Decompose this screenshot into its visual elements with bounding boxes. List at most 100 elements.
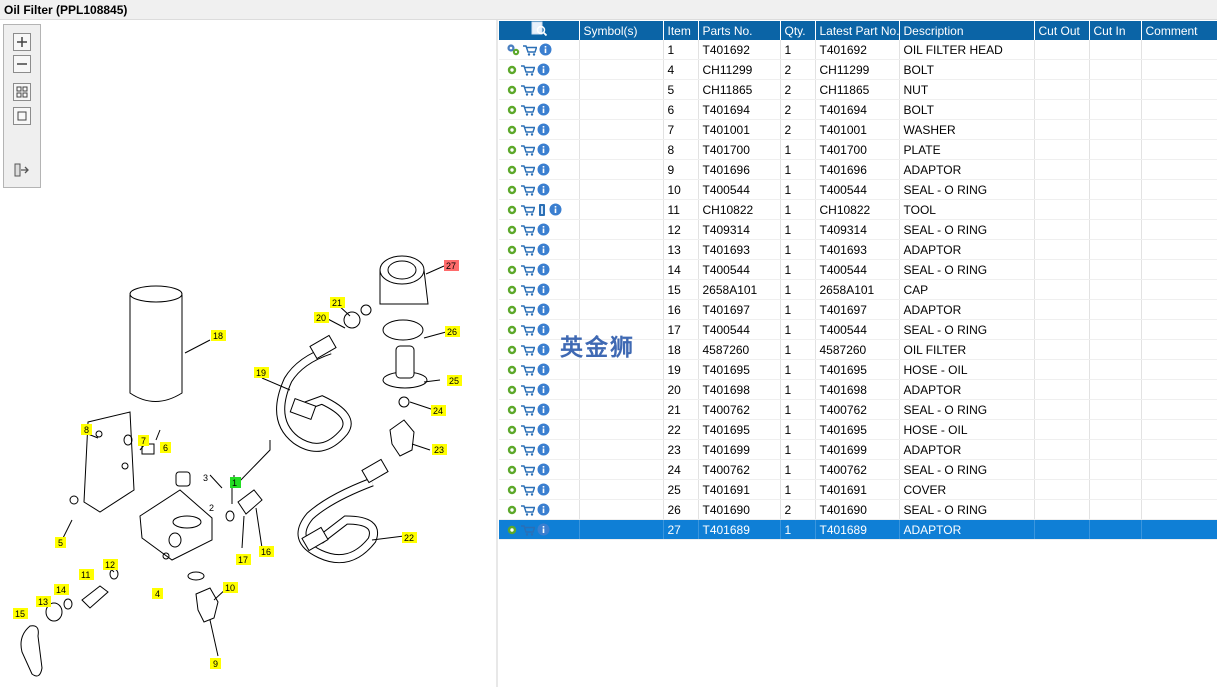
row-symbol-icons[interactable] [499,99,580,120]
callout-21[interactable]: 21 [330,297,345,308]
row-symbol-icons[interactable] [499,379,580,400]
table-row[interactable]: 10 T400544 1 T400544 SEAL - O RING [499,179,1217,200]
row-symbol-icons[interactable] [499,459,580,480]
callout-3[interactable]: 3 [203,473,208,483]
callout-14[interactable]: 14 [54,584,69,595]
callout-11[interactable]: 11 [79,569,94,580]
callout-2[interactable]: 2 [209,503,214,513]
callout-12[interactable]: 12 [103,559,118,570]
callout-6[interactable]: 6 [160,442,171,453]
export-list-button[interactable] [13,161,31,179]
column-header-item[interactable]: Item [663,21,699,40]
row-symbol-icons[interactable] [499,119,580,140]
row-symbol-icons[interactable] [499,159,580,180]
row-symbol-icons[interactable] [499,499,580,520]
table-row[interactable]: 20 T401698 1 T401698 ADAPTOR [499,379,1217,400]
actual-size-button[interactable] [13,107,31,125]
column-header-cut-in[interactable]: Cut In [1089,21,1142,40]
table-row[interactable]: 13 T401693 1 T401693 ADAPTOR [499,239,1217,260]
cell-comment [1141,219,1217,240]
row-symbol-icons[interactable] [499,399,580,420]
cell-cut-out [1034,59,1090,80]
column-header-comment[interactable]: Comment [1141,21,1217,40]
svg-text:20: 20 [316,313,326,323]
callout-18[interactable]: 18 [211,330,226,341]
table-row[interactable]: 12 T409314 1 T409314 SEAL - O RING [499,219,1217,240]
table-row[interactable]: 14 T400544 1 T400544 SEAL - O RING [499,259,1217,280]
callout-23[interactable]: 23 [432,444,447,455]
table-row[interactable]: 6 T401694 2 T401694 BOLT [499,99,1217,120]
callout-4[interactable]: 4 [152,588,163,599]
row-symbol-icons[interactable] [499,139,580,160]
row-symbol-icons[interactable] [499,479,580,500]
column-header-qty[interactable]: Qty. [780,21,816,40]
row-symbol-icons[interactable] [499,179,580,200]
table-row[interactable]: 26 T401690 2 T401690 SEAL - O RING [499,499,1217,520]
column-header-cut-out[interactable]: Cut Out [1034,21,1090,40]
column-header-parts-no[interactable]: Parts No. [698,21,781,40]
row-symbol-icons[interactable] [499,59,580,80]
table-row[interactable]: 1 T401692 1 T401692 OIL FILTER HEAD [499,40,1217,60]
callout-15[interactable]: 15 [13,608,28,619]
callout-10[interactable]: 10 [223,582,238,593]
callout-26[interactable]: 26 [445,326,460,337]
cart-icon [521,424,535,436]
callout-19[interactable]: 19 [254,367,269,378]
column-header-symbols[interactable]: Symbol(s) [579,21,664,40]
column-header-description[interactable]: Description [899,21,1035,40]
row-symbol-icons[interactable] [499,439,580,460]
callout-16[interactable]: 16 [259,546,274,557]
fit-all-button[interactable] [13,83,31,101]
callout-7[interactable]: 7 [138,435,149,446]
table-row[interactable]: 8 T401700 1 T401700 PLATE [499,139,1217,160]
callout-24[interactable]: 24 [431,405,446,416]
row-symbol-icons[interactable] [499,359,580,380]
table-row[interactable]: 23 T401699 1 T401699 ADAPTOR [499,439,1217,460]
pane-splitter[interactable] [496,20,498,687]
table-row[interactable]: 4 CH11299 2 CH11299 BOLT [499,59,1217,80]
row-symbol-icons[interactable] [499,519,580,540]
table-row[interactable]: 27 T401689 1 T401689 ADAPTOR [499,519,1217,540]
callout-9[interactable]: 9 [210,658,221,669]
cell-item: 11 [663,199,699,220]
callout-1[interactable]: 1 [230,477,241,488]
exploded-diagram[interactable]: 1 2 3 4 5 6 7 8 9 10 11 12 13 14 15 16 1… [0,20,496,687]
table-row[interactable]: 5 CH11865 2 CH11865 NUT [499,79,1217,100]
header-filter-cell[interactable] [499,21,580,40]
row-symbol-icons[interactable] [499,79,580,100]
row-symbol-icons[interactable] [499,40,580,60]
cell-cut-out [1034,79,1090,100]
table-row[interactable]: 15 2658A101 1 2658A101 CAP [499,279,1217,300]
callout-17[interactable]: 17 [236,554,251,565]
row-symbol-icons[interactable] [499,279,580,300]
table-row[interactable]: 25 T401691 1 T401691 COVER [499,479,1217,500]
table-row[interactable]: 24 T400762 1 T400762 SEAL - O RING [499,459,1217,480]
callout-22[interactable]: 22 [402,532,417,543]
table-row[interactable]: 21 T400762 1 T400762 SEAL - O RING [499,399,1217,420]
row-symbol-icons[interactable] [499,219,580,240]
callout-27[interactable]: 27 [444,260,459,271]
table-row[interactable]: 22 T401695 1 T401695 HOSE - OIL [499,419,1217,440]
table-row[interactable]: 11 CH10822 1 CH10822 TOOL [499,199,1217,220]
callout-8[interactable]: 8 [81,424,92,435]
row-symbol-icons[interactable] [499,259,580,280]
cell-cut-out [1034,40,1090,60]
table-row[interactable]: 9 T401696 1 T401696 ADAPTOR [499,159,1217,180]
callout-25[interactable]: 25 [447,375,462,386]
cell-cut-out [1034,319,1090,340]
row-symbol-icons[interactable] [499,239,580,260]
table-row[interactable]: 19 T401695 1 T401695 HOSE - OIL [499,359,1217,380]
zoom-in-button[interactable] [13,33,31,51]
row-symbol-icons[interactable] [499,299,580,320]
callout-20[interactable]: 20 [314,312,329,323]
row-symbol-icons[interactable] [499,199,580,220]
cell-cut-out [1034,419,1090,440]
callout-13[interactable]: 13 [36,596,51,607]
zoom-out-button[interactable] [13,55,31,73]
row-symbol-icons[interactable] [499,419,580,440]
table-row[interactable]: 7 T401001 2 T401001 WASHER [499,119,1217,140]
cell-parts-no: T401693 [698,239,781,260]
column-header-latest-part-no[interactable]: Latest Part No. [815,21,900,40]
table-row[interactable]: 16 T401697 1 T401697 ADAPTOR [499,299,1217,320]
callout-5[interactable]: 5 [55,537,66,548]
